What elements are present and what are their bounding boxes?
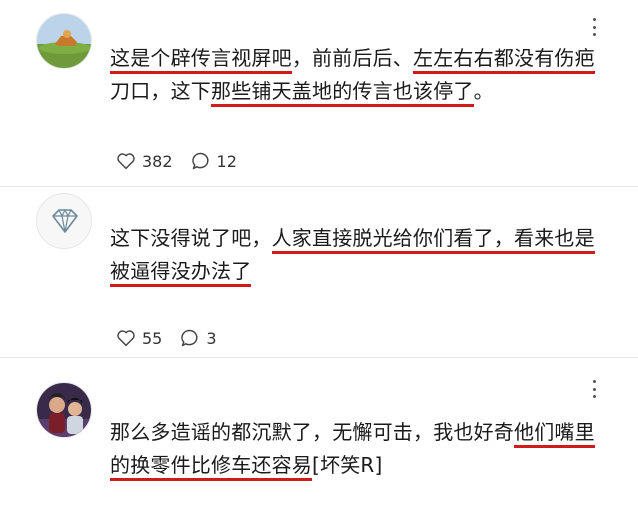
comment-text: 那么多造谣的都沉默了，无懈可击，我也好奇他们嘴里 的换零件比修车还容易[坏笑R]: [110, 416, 610, 482]
avatar[interactable]: [36, 193, 92, 249]
highlighted-text: 的换零件比修车还容易: [110, 453, 312, 481]
reply-button[interactable]: 3: [180, 328, 217, 348]
text-segment: 那么多造谣的都沉默了，无懈可击，我也好奇: [110, 420, 514, 444]
comment-line: 被逼得没办法了: [110, 255, 610, 288]
comment-list: 这是个辟传言视屏吧，前前后后、左左右右都没有伤疤 刀口，这下那些铺天盖地的传言也…: [0, 0, 638, 516]
comment-text: 这下没得说了吧，人家直接脱光给你们看了，看来也是 被逼得没办法了: [110, 222, 610, 288]
comment-item: 这下没得说了吧，人家直接脱光给你们看了，看来也是 被逼得没办法了 55 3: [0, 187, 638, 357]
comment-item: 那么多造谣的都沉默了，无懈可击，我也好奇他们嘴里 的换零件比修车还容易[坏笑R]: [0, 358, 638, 516]
comment-line: 的换零件比修车还容易[坏笑R]: [110, 449, 610, 482]
like-button[interactable]: 55: [116, 329, 162, 348]
highlighted-text: 他们嘴里: [514, 420, 595, 448]
comment-stats: 382 12: [116, 150, 237, 172]
highlighted-text: 那些铺天盖地的传言也该停了: [211, 79, 474, 107]
speech-bubble-icon: [191, 152, 209, 170]
reply-button[interactable]: 12: [191, 151, 237, 171]
comment-item: 这是个辟传言视屏吧，前前后后、左左右右都没有伤疤 刀口，这下那些铺天盖地的传言也…: [0, 0, 638, 186]
like-count: 382: [142, 151, 173, 171]
text-segment: 。: [473, 79, 494, 103]
comment-line: 那么多造谣的都沉默了，无懈可击，我也好奇他们嘴里: [110, 416, 610, 449]
landscape-avatar-icon: [37, 14, 91, 68]
people-photo-avatar-icon: [37, 383, 91, 437]
reply-count: 12: [216, 151, 237, 171]
text-segment: 这下没得说了吧，: [110, 226, 272, 250]
reply-count: 3: [206, 328, 217, 348]
comment-line: 这是个辟传言视屏吧，前前后后、左左右右都没有伤疤: [110, 42, 610, 75]
comment-stats: 55 3: [116, 327, 217, 349]
avatar[interactable]: [36, 13, 92, 69]
text-segment: ，前前后后、: [291, 46, 414, 70]
text-segment: [坏笑R]: [312, 453, 383, 477]
diamond-avatar-icon: [37, 194, 91, 248]
comment-line: 刀口，这下那些铺天盖地的传言也该停了。: [110, 75, 610, 108]
highlighted-text: 这是个辟传言视屏吧: [110, 46, 292, 74]
speech-bubble-icon: [181, 329, 198, 347]
more-options-icon[interactable]: [584, 18, 604, 36]
more-options-icon[interactable]: [584, 380, 604, 398]
highlighted-text: 被逼得没办法了: [110, 259, 252, 287]
heart-icon: [117, 330, 135, 347]
comment-line: 这下没得说了吧，人家直接脱光给你们看了，看来也是: [110, 222, 610, 255]
like-button[interactable]: 382: [116, 152, 173, 171]
text-segment: 刀口，这下: [110, 79, 211, 103]
heart-icon: [117, 153, 135, 170]
highlighted-text: 人家直接脱光给你们看了，看来也是: [271, 226, 595, 254]
avatar[interactable]: [36, 382, 92, 438]
like-count: 55: [142, 328, 163, 348]
highlighted-text: 左左右右都没有伤疤: [413, 46, 595, 74]
comment-text: 这是个辟传言视屏吧，前前后后、左左右右都没有伤疤 刀口，这下那些铺天盖地的传言也…: [110, 42, 610, 108]
